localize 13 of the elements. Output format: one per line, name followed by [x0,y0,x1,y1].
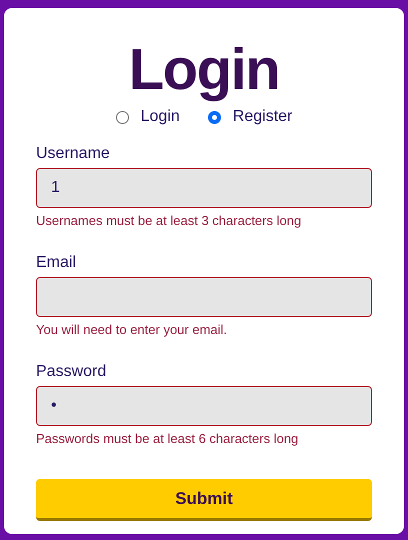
mode-radio[interactable]: Register [208,105,292,129]
field-label: Password [36,362,108,382]
error-message: Passwords must be at least 6 characters long [36,431,300,447]
error-message: Usernames must be at least 3 characters long [36,213,302,229]
input-field[interactable]: 1 [36,168,372,208]
field-label: Email [36,253,78,273]
error-message: You will need to enter your email. [36,322,228,338]
page-title: Login [128,38,280,102]
field-label: Username [36,144,111,164]
mode-radio[interactable]: Login [116,105,180,129]
submit-button[interactable]: Submit [36,479,372,521]
input-field[interactable]: • [36,386,372,426]
input-field[interactable] [36,277,372,317]
